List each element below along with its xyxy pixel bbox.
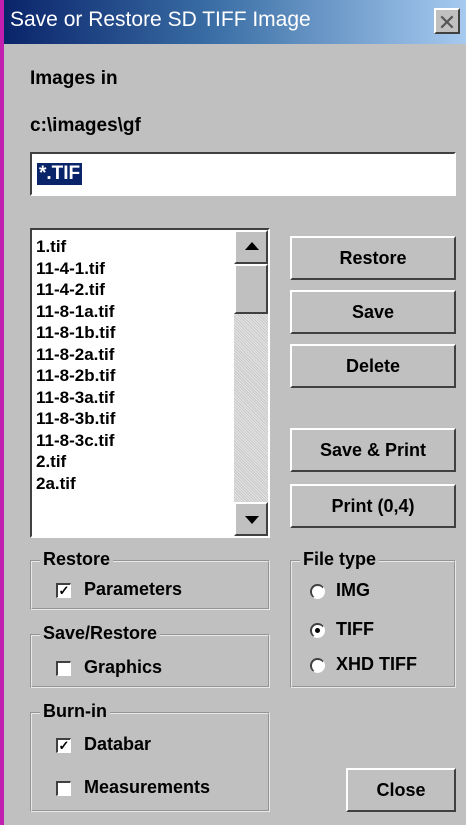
delete-button[interactable]: Delete [290,344,456,388]
img-radio[interactable] [310,584,325,599]
parameters-label: Parameters [84,579,183,599]
arrow-up-icon [245,242,259,250]
file-listbox[interactable]: 1.tif 11-4-1.tif 11-4-2.tif 11-8-1a.tif … [30,228,270,538]
img-label: IMG [336,580,370,600]
graphics-label: Graphics [84,657,163,677]
save-print-button[interactable]: Save & Print [290,428,456,472]
radio-selected-dot [315,628,320,633]
window-title: Save or Restore SD TIFF Image [10,8,311,31]
parameters-checkbox[interactable]: ✓ [56,583,71,598]
images-in-label: Images in [30,68,118,89]
directory-path: c:\images\gf [30,115,141,136]
list-item[interactable]: 11-8-3a.tif [36,387,236,409]
list-item[interactable]: 11-8-3b.tif [36,408,236,430]
filter-value: *.TIF [37,163,83,185]
arrow-down-icon [245,516,259,524]
title-bar[interactable]: Save or Restore SD TIFF Image ✕ [4,0,466,44]
restore-group-legend: Restore [40,549,114,570]
save-button[interactable]: Save [290,290,456,334]
databar-checkbox[interactable]: ✓ [56,738,71,753]
list-item[interactable]: 11-8-3c.tif [36,430,236,452]
window-left-edge [0,0,4,825]
graphics-checkbox[interactable] [56,661,71,676]
close-window-button[interactable]: ✕ [434,8,460,35]
list-item[interactable]: 2a.tif [36,473,236,495]
scroll-up-button[interactable] [234,230,268,264]
scroll-thumb[interactable] [234,264,268,314]
list-item[interactable]: 11-4-1.tif [36,258,236,280]
measurements-checkbox[interactable] [56,781,71,796]
file-type-group-legend: File type [300,549,380,570]
databar-label: Databar [84,734,152,754]
restore-button[interactable]: Restore [290,236,456,280]
list-scrollbar[interactable] [234,230,268,536]
list-item[interactable]: 11-8-2a.tif [36,344,236,366]
list-item[interactable]: 11-4-2.tif [36,279,236,301]
filter-input[interactable]: *.TIF [30,152,456,196]
close-icon: ✕ [437,10,457,35]
burn-in-group-legend: Burn-in [40,701,110,722]
list-item[interactable]: 2.tif [36,451,236,473]
tiff-label: TIFF [336,619,374,639]
list-item[interactable]: 11-8-1a.tif [36,301,236,323]
xhd-tiff-radio[interactable] [310,658,325,673]
close-button[interactable]: Close [346,768,456,812]
print-button[interactable]: Print (0,4) [290,484,456,528]
measurements-label: Measurements [84,777,211,797]
list-item[interactable]: 11-8-2b.tif [36,365,236,387]
list-item[interactable]: 11-8-1b.tif [36,322,236,344]
list-item[interactable]: 1.tif [36,236,236,258]
tiff-radio[interactable] [310,623,325,638]
scroll-down-button[interactable] [234,502,268,536]
save-restore-group-legend: Save/Restore [40,623,161,644]
xhd-tiff-label: XHD TIFF [336,654,417,674]
